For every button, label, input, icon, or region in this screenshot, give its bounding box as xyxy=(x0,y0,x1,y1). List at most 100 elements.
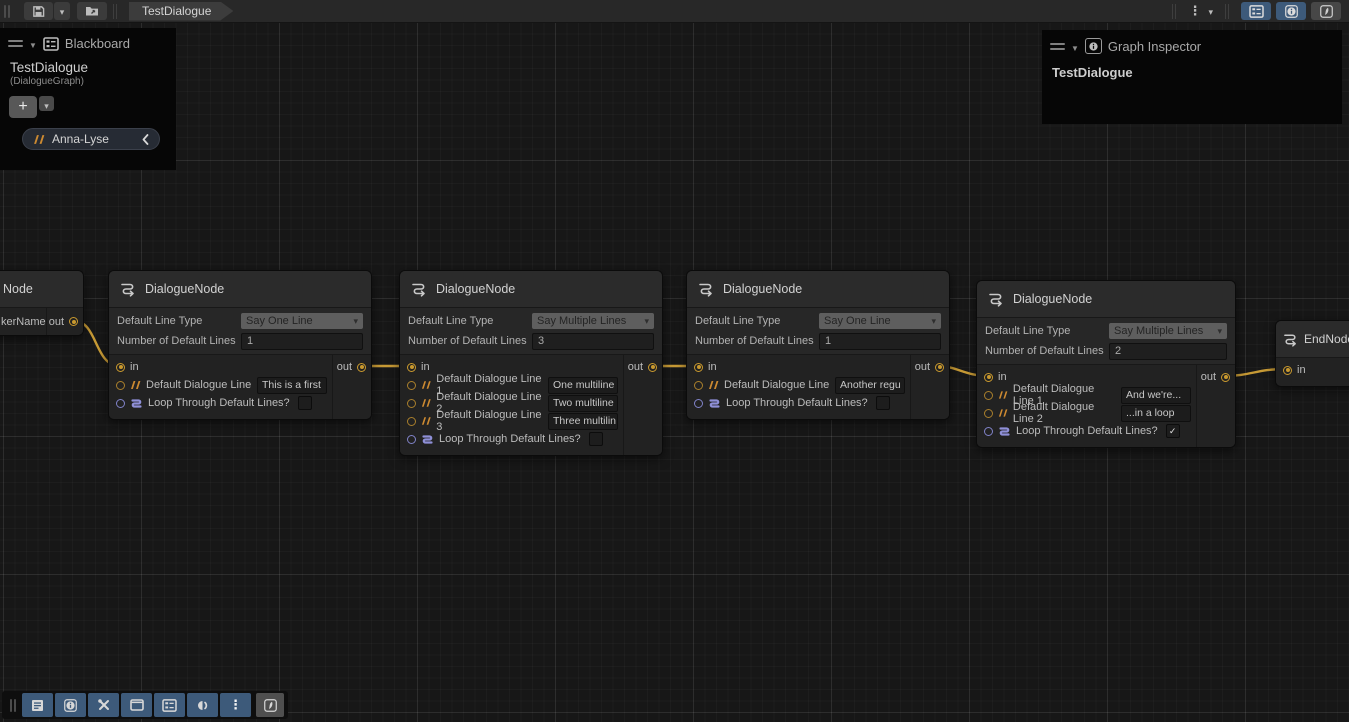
caret-down-icon xyxy=(644,315,649,327)
inspector-button[interactable] xyxy=(55,693,86,717)
blackboard-header[interactable]: Blackboard xyxy=(0,28,176,54)
node-title-bar[interactable]: DialogueNode xyxy=(687,271,949,308)
overflow-menu-button[interactable] xyxy=(1188,2,1213,20)
in-port[interactable] xyxy=(1283,366,1292,375)
default-line-type-dropdown[interactable]: Say Multiple Lines xyxy=(1109,323,1227,339)
dialogue-node-4[interactable]: DialogueNode Default Line Type Say Multi… xyxy=(976,280,1236,448)
dialogue-line-field[interactable]: And we're... xyxy=(1121,387,1191,404)
default-line-type-dropdown[interactable]: Say One Line xyxy=(241,313,363,329)
dropdown-value: Say Multiple Lines xyxy=(1114,325,1203,337)
drag-handle-icon[interactable] xyxy=(1050,43,1065,50)
out-port[interactable] xyxy=(357,363,366,372)
dialogue-line-port[interactable] xyxy=(984,391,993,400)
toolbar-separator xyxy=(113,4,117,19)
toolbar-drag-handle[interactable] xyxy=(4,5,10,18)
loop-checkbox[interactable] xyxy=(298,396,312,410)
dialogue-node-3[interactable]: DialogueNode Default Line Type Say One L… xyxy=(686,270,950,420)
dialogue-node-icon xyxy=(697,281,715,297)
number-of-default-lines-field[interactable]: 1 xyxy=(241,333,363,350)
chevron-left-icon[interactable] xyxy=(142,134,149,145)
open-asset-button[interactable] xyxy=(77,2,107,20)
preview-toggle-button[interactable] xyxy=(1311,2,1341,20)
loop-port[interactable] xyxy=(984,427,993,436)
loop-checkbox[interactable] xyxy=(589,432,603,446)
dialogue-line-field[interactable]: ...in a loop xyxy=(1121,405,1191,422)
in-port[interactable] xyxy=(116,363,125,372)
top-toolbar: TestDialogue xyxy=(0,0,1349,23)
default-line-type-dropdown[interactable]: Say Multiple Lines xyxy=(532,313,654,329)
tools-button[interactable] xyxy=(88,693,119,717)
dialogue-line-port[interactable] xyxy=(407,381,416,390)
out-port[interactable] xyxy=(935,363,944,372)
blackboard-button[interactable] xyxy=(154,693,185,717)
dialogue-line-port[interactable] xyxy=(407,417,416,426)
graph-name: TestDialogue xyxy=(10,60,166,75)
quill-icon xyxy=(1320,5,1333,18)
add-property-caret-button[interactable] xyxy=(39,96,54,111)
dialogue-line-port[interactable] xyxy=(694,381,703,390)
graph-canvas[interactable]: Node kerName out DialogueNode Default Li… xyxy=(0,0,1349,722)
loop-port[interactable] xyxy=(116,399,125,408)
default-line-type-dropdown[interactable]: Say One Line xyxy=(819,313,941,329)
dialogue-line-port[interactable] xyxy=(407,399,416,408)
caret-down-icon xyxy=(60,2,65,20)
loop-port[interactable] xyxy=(407,435,416,444)
dialogue-line-field[interactable]: Another regu xyxy=(835,377,905,394)
node-title-bar[interactable]: EndNode xyxy=(1276,321,1349,358)
in-port[interactable] xyxy=(984,373,993,382)
node-list-button[interactable] xyxy=(22,693,53,717)
in-port[interactable] xyxy=(407,363,416,372)
dialogue-line-field[interactable]: Two multiline xyxy=(548,395,618,412)
loop-checkbox[interactable] xyxy=(1166,424,1180,438)
loop-checkbox[interactable] xyxy=(876,396,890,410)
node-title-bar[interactable]: DialogueNode xyxy=(977,281,1235,318)
dialogue-line-port[interactable] xyxy=(984,409,993,418)
window-button[interactable] xyxy=(121,693,152,717)
dialogue-line-field[interactable]: Three multilin xyxy=(548,413,618,430)
end-node-icon xyxy=(1282,332,1299,347)
out-port[interactable] xyxy=(69,317,78,326)
quote-icon xyxy=(33,134,45,145)
blackboard-toggle-button[interactable] xyxy=(1241,2,1271,20)
number-of-default-lines-field[interactable]: 2 xyxy=(1109,343,1227,360)
node-title-bar[interactable]: DialogueNode xyxy=(400,271,662,308)
loop-port[interactable] xyxy=(694,399,703,408)
graph-tab[interactable]: TestDialogue xyxy=(129,2,233,21)
node-title-bar[interactable]: DialogueNode xyxy=(109,271,371,308)
dialogue-line-field[interactable]: One multiline xyxy=(548,377,618,394)
collapse-caret-icon[interactable] xyxy=(1071,39,1079,54)
out-port[interactable] xyxy=(1221,373,1230,382)
exposed-property-anna-lyse[interactable]: Anna-Lyse xyxy=(22,128,160,150)
blackboard-panel: Blackboard TestDialogue (DialogueGraph) … xyxy=(0,28,176,170)
dialogue-line-field[interactable]: This is a first xyxy=(257,377,327,394)
end-node[interactable]: EndNode in xyxy=(1275,320,1349,387)
node-title-bar[interactable]: Node xyxy=(0,271,83,308)
graph-type: (DialogueGraph) xyxy=(10,76,166,87)
save-options-button[interactable] xyxy=(54,2,70,20)
info-icon xyxy=(1085,38,1102,54)
in-port[interactable] xyxy=(694,363,703,372)
add-property-button[interactable]: + xyxy=(9,96,37,118)
save-button[interactable] xyxy=(24,2,53,20)
drag-handle-icon[interactable] xyxy=(8,40,23,47)
inspector-toggle-button[interactable] xyxy=(1276,2,1306,20)
graph-inspector-header[interactable]: Graph Inspector xyxy=(1042,30,1342,57)
dialogue-line-port[interactable] xyxy=(116,381,125,390)
more-options-button[interactable] xyxy=(220,693,251,717)
caret-down-icon xyxy=(44,96,49,114)
caret-down-icon xyxy=(931,315,936,327)
dialogue-node-1[interactable]: DialogueNode Default Line Type Say One L… xyxy=(108,270,372,420)
quote-icon xyxy=(708,380,719,390)
dialogue-preview-button[interactable] xyxy=(187,693,218,717)
quote-icon xyxy=(998,408,1008,418)
default-line-type-label: Default Line Type xyxy=(695,315,819,327)
sticky-note-button[interactable] xyxy=(256,693,284,717)
collapse-caret-icon[interactable] xyxy=(29,36,37,51)
dropdown-value: Say One Line xyxy=(246,315,313,327)
toolbar-drag-handle[interactable] xyxy=(10,699,16,712)
out-port[interactable] xyxy=(648,363,657,372)
number-of-default-lines-field[interactable]: 1 xyxy=(819,333,941,350)
number-of-default-lines-field[interactable]: 3 xyxy=(532,333,654,350)
speaker-node[interactable]: Node kerName out xyxy=(0,270,84,336)
dialogue-node-2[interactable]: DialogueNode Default Line Type Say Multi… xyxy=(399,270,663,456)
